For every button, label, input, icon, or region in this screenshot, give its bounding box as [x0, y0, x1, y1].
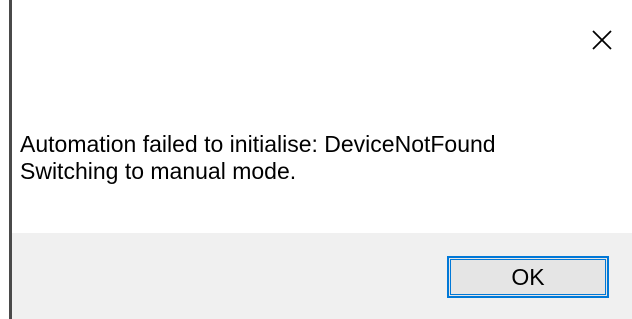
dialog-message: Automation failed to initialise: DeviceN…: [20, 131, 496, 185]
close-button[interactable]: [582, 20, 622, 60]
message-line-2: Switching to manual mode.: [20, 158, 297, 184]
dialog-footer: OK: [12, 233, 632, 319]
message-area: Automation failed to initialise: DeviceN…: [12, 90, 632, 233]
message-dialog: Automation failed to initialise: DeviceN…: [0, 0, 632, 319]
message-line-1: Automation failed to initialise: DeviceN…: [20, 131, 496, 157]
ok-button[interactable]: OK: [447, 256, 609, 298]
dialog-titlebar: [12, 0, 632, 90]
close-icon: [592, 30, 612, 50]
